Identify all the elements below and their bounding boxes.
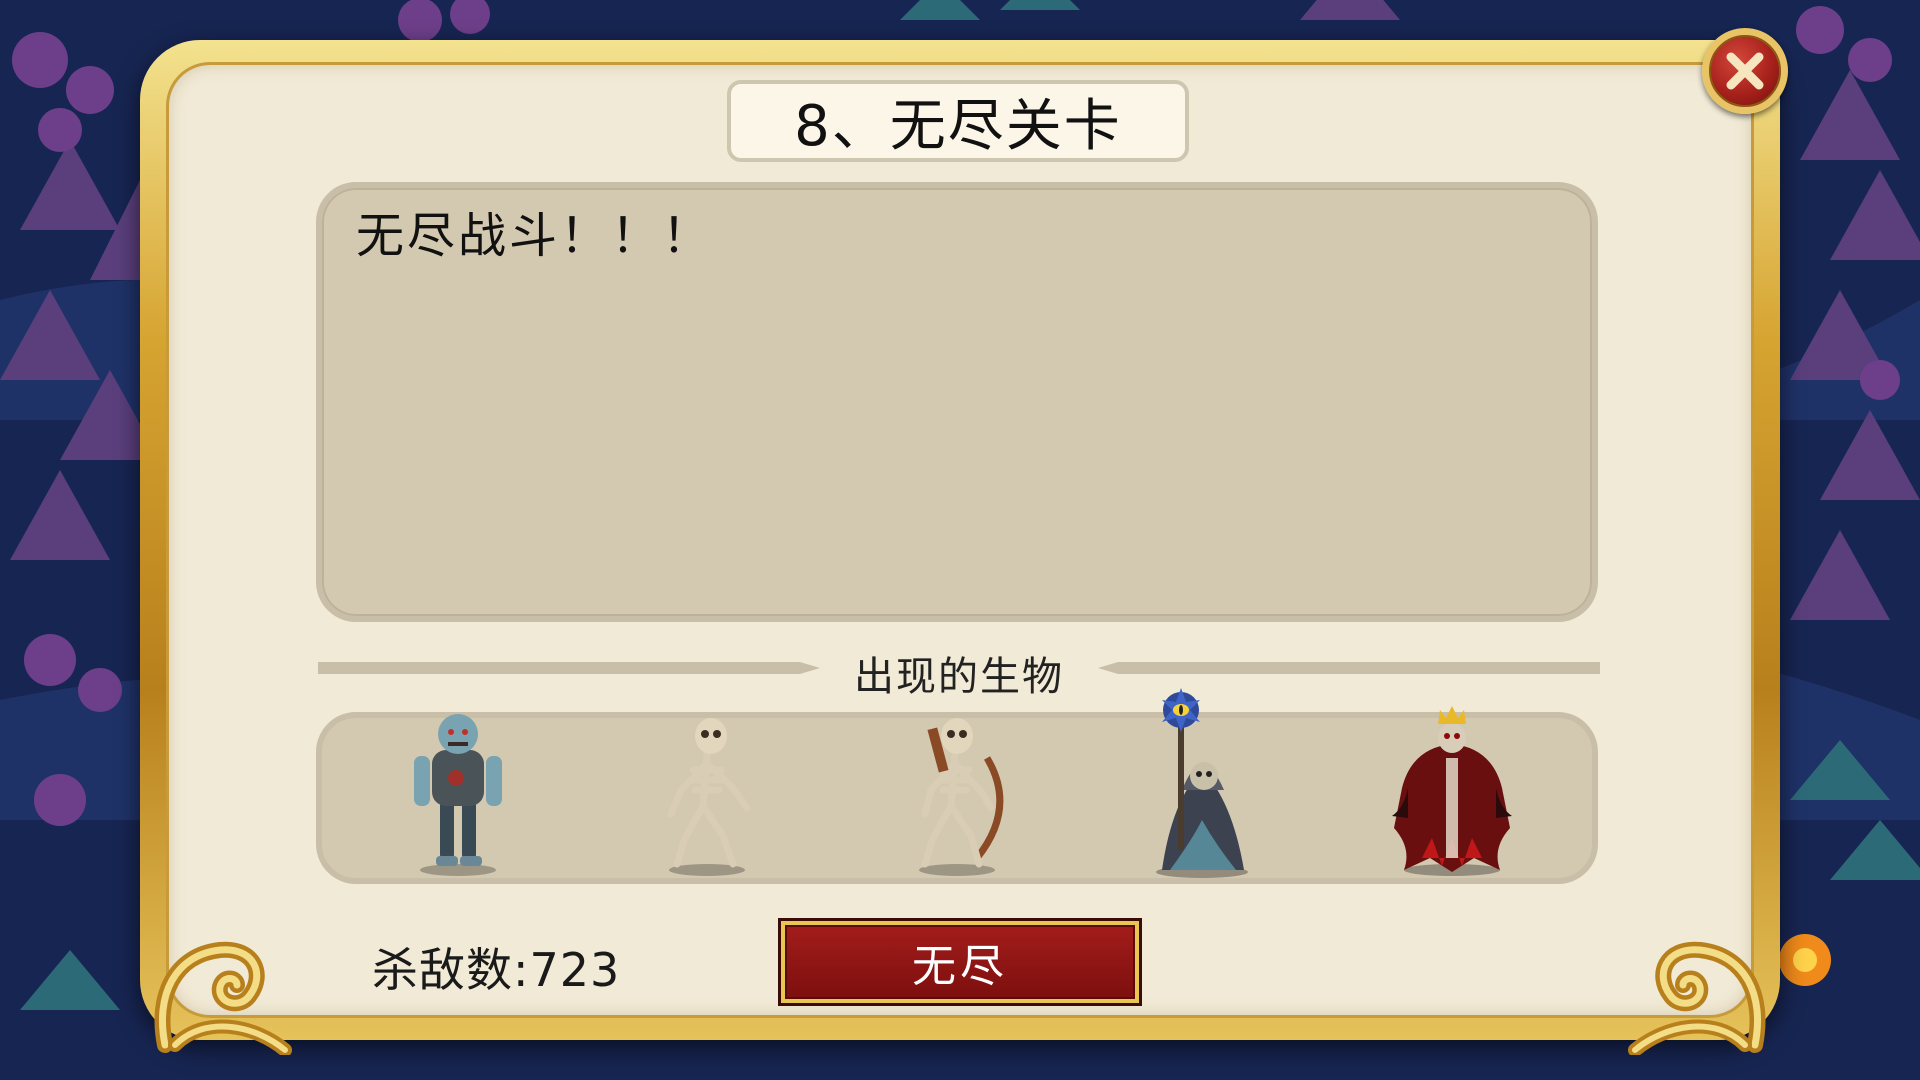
close-button[interactable] [1702,28,1788,114]
crowned-demon-lord-icon [1392,706,1512,876]
description-panel: 无尽战斗！！！ [316,182,1598,622]
close-icon [1726,52,1764,90]
ornament-scroll-icon [154,941,292,1055]
creature-skeleton[interactable] [637,698,777,878]
creature-lich-mage[interactable] [1132,680,1272,880]
level-title-text: 8、无尽关卡 [794,93,1122,159]
zombie-icon [414,714,502,876]
skeleton-archer-icon [919,718,1004,876]
endless-button[interactable]: 无尽 [781,921,1139,1003]
skeleton-icon [667,718,751,876]
creature-demon-lord[interactable] [1382,698,1522,878]
creature-skeleton-archer[interactable] [887,698,1027,878]
level-title: 8、无尽关卡 [727,80,1189,162]
creatures-heading: 出现的生物 [854,654,1064,700]
level-description: 无尽战斗！！！ [356,208,714,264]
creatures-panel [316,688,1598,884]
endless-button-label: 无尽 [912,941,1008,992]
lich-mage-icon [1156,688,1248,878]
creature-zombie[interactable] [388,698,528,878]
kill-count: 杀敌数:723 [372,943,621,997]
creatures-divider: 出现的生物 [318,640,1600,700]
ornament-scroll-icon [1628,941,1766,1055]
